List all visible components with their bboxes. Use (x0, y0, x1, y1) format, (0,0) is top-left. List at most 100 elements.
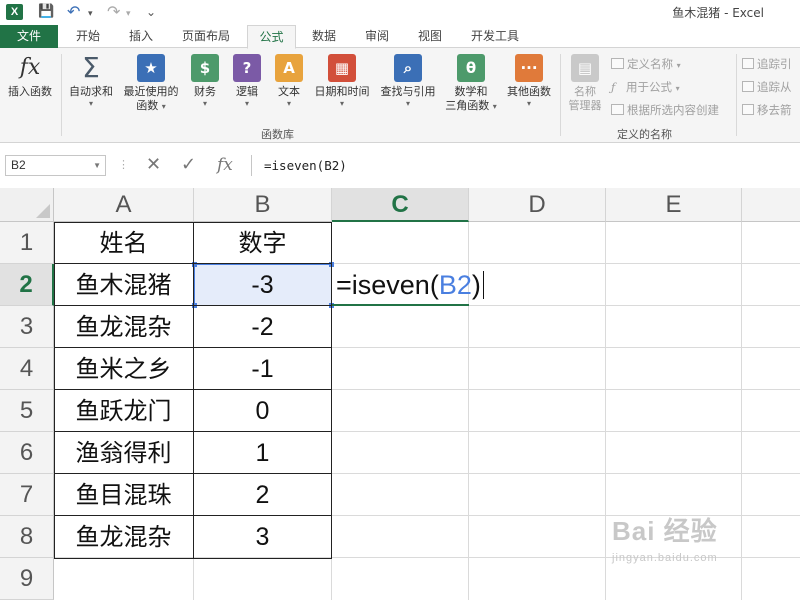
column-header-a[interactable]: A (54, 188, 194, 222)
table-cell-number[interactable]: 2 (193, 474, 332, 516)
logical-label: 逻辑 (236, 85, 258, 98)
tab-file[interactable]: 文件 (0, 25, 58, 48)
more-functions-button[interactable]: ··· 其他函数 ▾ (502, 54, 556, 109)
use-in-formula-button[interactable]: ƒ 用于公式 ▾ (611, 79, 680, 97)
grid-icon (611, 104, 624, 115)
name-box-value: B2 (11, 158, 26, 172)
tab-insert[interactable]: 插入 (119, 25, 163, 48)
tab-page-layout[interactable]: 页面布局 (172, 25, 240, 48)
table-cell-number[interactable]: -1 (193, 348, 332, 390)
undo-icon[interactable]: ↶ (67, 3, 80, 21)
row-header-6[interactable]: 6 (0, 432, 54, 474)
row-header-5[interactable]: 5 (0, 390, 54, 432)
gridline (605, 222, 606, 600)
text-label: 文本 (278, 85, 300, 98)
table-cell-number[interactable]: -3 (193, 264, 332, 306)
excel-logo-icon[interactable]: X (6, 4, 23, 20)
tab-review[interactable]: 审阅 (355, 25, 399, 48)
column-header-c[interactable]: C (332, 188, 469, 222)
ribbon-formulas: fx 插入函数 Σ 自动求和 ▾ ★ 最近使用的 函数 ▾ $ 财务 ▾ ? 逻… (0, 48, 800, 143)
chevron-down-icon: ▾ (202, 99, 207, 108)
text-button[interactable]: A 文本 ▾ (270, 54, 308, 109)
recently-used-button[interactable]: ★ 最近使用的 函数 ▾ (120, 54, 182, 114)
define-name-button[interactable]: 定义名称 ▾ (611, 56, 681, 74)
redo-icon[interactable]: ↷ (107, 3, 120, 21)
chevron-down-icon: ▾ (88, 99, 93, 108)
remove-arrows-button[interactable]: 移去箭 (742, 102, 792, 118)
autosum-button[interactable]: Σ 自动求和 ▾ (64, 54, 118, 109)
defined-names-group-label: 定义的名称 (617, 128, 672, 141)
table-header-name[interactable]: 姓名 (54, 222, 193, 264)
row-header-2[interactable]: 2 (0, 264, 54, 306)
date-time-button[interactable]: ▦ 日期和时间 ▾ (310, 54, 374, 109)
tab-view[interactable]: 视图 (408, 25, 452, 48)
cancel-icon[interactable]: ✕ (146, 155, 161, 175)
row-header-3[interactable]: 3 (0, 306, 54, 348)
title-bar: X 💾 ↶ ▾ ↷ ▾ ⌄ 鱼木混猪 - Excel (0, 0, 800, 25)
table-cell-number[interactable]: 3 (193, 516, 332, 558)
watermark-url: jingyan.baidu.com (612, 552, 718, 564)
name-manager-button[interactable]: ▤ 名称 管理器 (563, 54, 607, 113)
insert-function-icon[interactable]: fx (217, 155, 233, 175)
row-header-1[interactable]: 1 (0, 222, 54, 264)
save-icon[interactable]: 💾 (38, 3, 54, 21)
sigma-icon: Σ (82, 51, 100, 84)
formula-bar-grip-icon: ⋮ (118, 158, 129, 171)
select-all-button[interactable] (0, 188, 54, 222)
table-cell-name[interactable]: 鱼龙混杂 (54, 516, 193, 558)
table-cell-name[interactable]: 渔翁得利 (54, 432, 193, 474)
logical-button[interactable]: ? 逻辑 ▾ (228, 54, 266, 109)
formula-prefix: =iseven( (336, 270, 439, 300)
row-header-8[interactable]: 8 (0, 516, 54, 558)
column-header-f[interactable] (742, 188, 800, 222)
trace-dependents-button[interactable]: 追踪从 (742, 79, 792, 95)
table-cell-name[interactable]: 鱼目混珠 (54, 474, 193, 516)
calendar-book-icon: ▦ (328, 54, 356, 82)
coins-book-icon: $ (191, 54, 219, 82)
enter-icon[interactable]: ✓ (181, 155, 196, 175)
insert-function-button[interactable]: fx 插入函数 (2, 54, 58, 99)
row-header-7[interactable]: 7 (0, 474, 54, 516)
math-trig-button[interactable]: θ 数学和 三角函数 ▾ (441, 54, 501, 114)
table-cell-name[interactable]: 鱼米之乡 (54, 348, 193, 390)
redo-dropdown-icon[interactable]: ▾ (126, 5, 131, 23)
tag-icon (611, 58, 624, 69)
insert-function-label: 插入函数 (8, 85, 52, 98)
row-header-4[interactable]: 4 (0, 348, 54, 390)
tab-data[interactable]: 数据 (302, 25, 346, 48)
more-functions-book-icon: ··· (515, 54, 543, 82)
theta-book-icon: θ (457, 54, 485, 82)
column-header-e[interactable]: E (606, 188, 742, 222)
lookup-reference-label: 查找与引用 (380, 85, 436, 98)
name-manager-label: 名称 (574, 85, 596, 98)
tab-formulas[interactable]: 公式 (247, 25, 296, 49)
tab-developer[interactable]: 开发工具 (461, 25, 529, 48)
table-header-number[interactable]: 数字 (193, 222, 332, 264)
cell-edit-formula[interactable]: =iseven(B2) (336, 270, 484, 301)
financial-button[interactable]: $ 财务 ▾ (186, 54, 224, 109)
customize-qat-icon[interactable]: ⌄ (146, 3, 156, 21)
tab-home[interactable]: 开始 (66, 25, 110, 48)
column-header-b[interactable]: B (194, 188, 332, 222)
table-cell-name[interactable]: 鱼跃龙门 (54, 390, 193, 432)
chevron-down-icon: ▾ (405, 99, 410, 108)
name-box[interactable]: B2 ▼ (5, 155, 106, 176)
table-cell-number[interactable]: 0 (193, 390, 332, 432)
table-cell-number[interactable]: 1 (193, 432, 332, 474)
recently-used-label-2: 函数 ▾ (136, 99, 166, 112)
remove-arrows-label: 移去箭 (757, 103, 792, 117)
table-cell-name[interactable]: 鱼木混猪 (54, 264, 193, 306)
function-library-group-label: 函数库 (261, 128, 294, 141)
column-header-d[interactable]: D (469, 188, 606, 222)
formula-input[interactable]: =iseven(B2) (251, 155, 800, 176)
create-from-selection-button[interactable]: 根据所选内容创建 (611, 102, 719, 118)
trace-precedents-button[interactable]: 追踪引 (742, 56, 792, 72)
undo-dropdown-icon[interactable]: ▾ (88, 5, 93, 23)
table-cell-name[interactable]: 鱼龙混杂 (54, 306, 193, 348)
define-name-label: 定义名称 (627, 57, 673, 71)
table-cell-number[interactable]: -2 (193, 306, 332, 348)
row-header-9[interactable]: 9 (0, 558, 54, 600)
lookup-reference-button[interactable]: ⌕ 查找与引用 ▾ (376, 54, 440, 109)
date-time-label: 日期和时间 (314, 85, 370, 98)
chevron-down-icon[interactable]: ▼ (93, 156, 101, 175)
